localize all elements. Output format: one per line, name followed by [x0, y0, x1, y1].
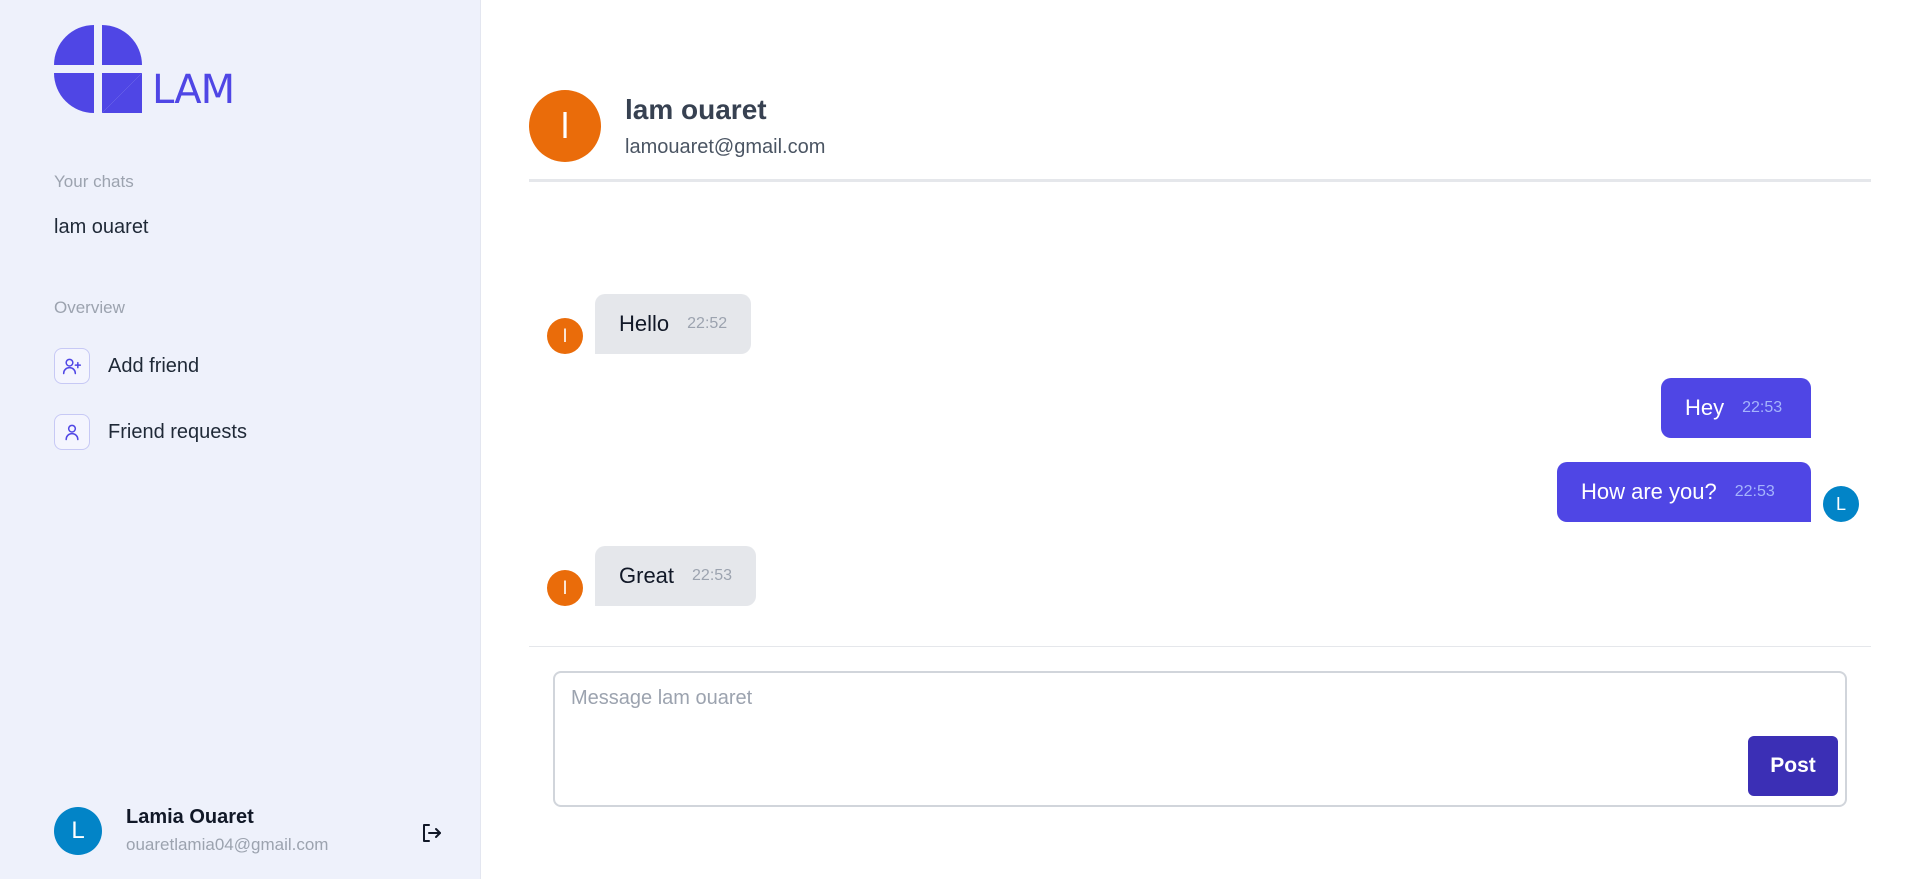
message-row: l Great 22:53 — [547, 546, 757, 606]
message-time: 22:52 — [687, 315, 728, 332]
message-time: 22:53 — [692, 567, 733, 584]
message-row: How are you? 22:53 L — [1557, 462, 1859, 522]
message-bubble: Hey 22:53 — [1661, 378, 1811, 438]
nav-label-add-friend: Add friend — [108, 354, 200, 377]
chat-item-lam-ouaret[interactable]: lam ouaret — [54, 216, 149, 239]
your-chats-label: Your chats — [54, 172, 134, 191]
logout-icon[interactable] — [418, 820, 444, 846]
avatar: l — [529, 90, 601, 162]
overview-label: Overview — [54, 298, 125, 317]
avatar: l — [547, 570, 583, 606]
message-composer: Post — [553, 671, 1847, 807]
avatar: L — [54, 806, 102, 855]
message-time: 22:53 — [1734, 483, 1775, 500]
nav-item-friend-requests[interactable]: Friend requests — [54, 414, 247, 450]
message-bubble: Great 22:53 — [595, 546, 757, 606]
message-input[interactable] — [571, 687, 1741, 787]
user-plus-icon — [54, 348, 90, 384]
chat-partner-name: lam ouaret — [625, 94, 767, 125]
message-text: Hello — [619, 311, 670, 336]
message-time: 22:53 — [1742, 399, 1783, 416]
message-row: Hey 22:53 — [1661, 378, 1811, 438]
message-text: How are you? — [1581, 479, 1717, 504]
message-bubble: Hello 22:52 — [595, 294, 752, 354]
message-text: Great — [619, 563, 675, 588]
chat-panel: l lam ouaret lamouaret@gmail.com l Hello… — [481, 0, 1917, 879]
logo-text: LAM — [152, 67, 235, 113]
post-button[interactable]: Post — [1748, 736, 1838, 796]
message-text: Hey — [1685, 395, 1725, 420]
logo[interactable]: LAM — [54, 25, 235, 117]
user-profile: L Lamia Ouaret ouaretlamia04@gmail.com — [54, 806, 454, 855]
message-bubble: How are you? 22:53 — [1557, 462, 1811, 522]
nav-label-friend-requests: Friend requests — [108, 420, 247, 443]
chat-app: LAM Your chats lam ouaret Overview Add f… — [0, 0, 1917, 879]
nav-item-add-friend[interactable]: Add friend — [54, 348, 199, 384]
chat-partner-email: lamouaret@gmail.com — [625, 136, 826, 158]
user-icon — [54, 414, 90, 450]
avatar: L — [1823, 486, 1859, 522]
divider — [529, 646, 1871, 647]
profile-name: Lamia Ouaret — [126, 806, 254, 828]
message-row: l Hello 22:52 — [547, 294, 752, 354]
avatar: l — [547, 318, 583, 354]
logo-icon — [54, 25, 142, 113]
chat-header: l lam ouaret lamouaret@gmail.com — [529, 90, 1871, 182]
sidebar: LAM Your chats lam ouaret Overview Add f… — [0, 0, 481, 879]
profile-email: ouaretlamia04@gmail.com — [126, 835, 329, 854]
